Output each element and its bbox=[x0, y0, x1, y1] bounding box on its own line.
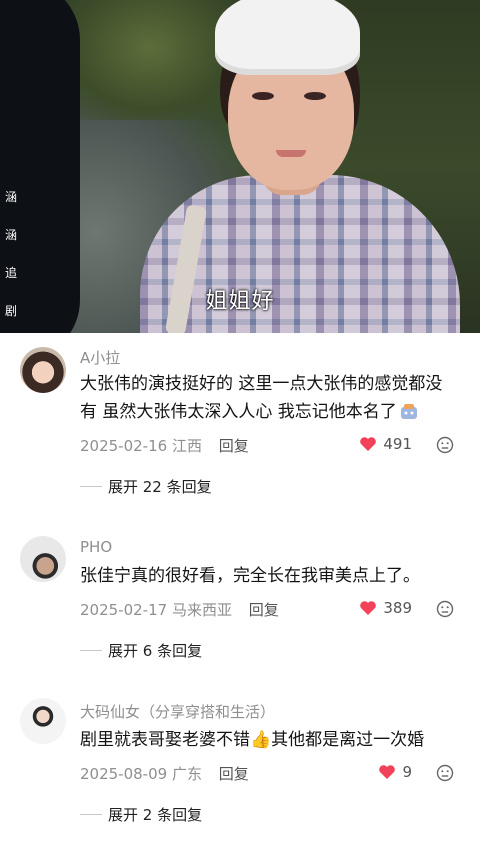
comment-text-line: 张佳宁真的很好看，完全长在我审美点上了。 bbox=[80, 566, 420, 586]
comment-username[interactable]: 大码仙女（分享穿搭和生活） bbox=[80, 701, 275, 722]
comment-username[interactable]: A小拉 bbox=[80, 347, 120, 368]
watermark-char: 涵 bbox=[4, 190, 17, 204]
expand-replies-label: 展开 2 条回复 bbox=[108, 806, 203, 824]
dislike-icon[interactable] bbox=[436, 764, 454, 782]
comment-text-line: 剧里就表哥娶老婆不错👍其他都是离过一次婚 bbox=[80, 730, 425, 750]
reply-button[interactable]: 回复 bbox=[219, 437, 249, 455]
heart-icon bbox=[379, 765, 396, 779]
expand-replies-label: 展开 22 条回复 bbox=[108, 478, 212, 496]
avatar[interactable] bbox=[20, 347, 66, 393]
comment-location: 广东 bbox=[171, 765, 202, 783]
like-count: 491 bbox=[383, 435, 412, 453]
divider-line bbox=[80, 814, 102, 815]
reply-button[interactable]: 回复 bbox=[219, 765, 249, 783]
comment-text: 剧里就表哥娶老婆不错👍其他都是离过一次婚 bbox=[80, 726, 460, 754]
avatar[interactable] bbox=[20, 536, 66, 582]
comment-text-line: 大张伟的演技挺好的 这里一点大张伟的感觉都没 bbox=[80, 374, 443, 394]
comment-text-line: 有 虽然大张伟太深入人心 我忘记他本名了 bbox=[80, 398, 460, 426]
video-person-eye-right bbox=[304, 92, 326, 100]
avatar[interactable] bbox=[20, 698, 66, 744]
like-count: 389 bbox=[383, 599, 412, 617]
divider-line bbox=[80, 650, 102, 651]
comment-username[interactable]: PHO bbox=[80, 538, 112, 556]
heart-icon bbox=[360, 601, 377, 615]
video-background-trees bbox=[60, 0, 240, 120]
video-person-mouth bbox=[276, 150, 306, 157]
emoji-sticker-icon bbox=[400, 404, 417, 419]
video-subtitle: 姐姐好 bbox=[205, 289, 275, 314]
dislike-icon[interactable] bbox=[436, 600, 454, 618]
comment-meta: 2025-02-16 江西 回复 bbox=[80, 435, 249, 456]
comment-text: 张佳宁真的很好看，完全长在我审美点上了。 bbox=[80, 562, 460, 590]
comment-date: 2025-02-16 bbox=[80, 437, 168, 455]
comment-meta: 2025-02-17 马来西亚 回复 bbox=[80, 599, 279, 620]
comment-meta: 2025-08-09 广东 回复 bbox=[80, 763, 249, 784]
like-count: 9 bbox=[402, 763, 412, 781]
comment-location: 马来西亚 bbox=[171, 601, 232, 619]
comment-text: 大张伟的演技挺好的 这里一点大张伟的感觉都没 有 虽然大张伟太深入人心 我忘记他… bbox=[80, 370, 460, 426]
expand-replies-button[interactable]: 展开 6 条回复 bbox=[80, 640, 202, 661]
comment-location: 江西 bbox=[171, 437, 202, 455]
like-button[interactable]: 389 bbox=[359, 599, 412, 617]
expand-replies-button[interactable]: 展开 2 条回复 bbox=[80, 804, 202, 825]
like-button[interactable]: 9 bbox=[378, 763, 412, 781]
expand-replies-button[interactable]: 展开 22 条回复 bbox=[80, 476, 212, 497]
watermark-char: 涵 bbox=[4, 228, 17, 242]
reply-button[interactable]: 回复 bbox=[249, 601, 279, 619]
video-person-eye-left bbox=[252, 92, 274, 100]
heart-icon bbox=[360, 437, 377, 451]
divider-line bbox=[80, 486, 102, 487]
like-button[interactable]: 491 bbox=[359, 435, 412, 453]
expand-replies-label: 展开 6 条回复 bbox=[108, 642, 203, 660]
video-player[interactable]: 涵 涵 追 剧 姐姐好 bbox=[0, 0, 480, 333]
video-person-cap bbox=[215, 0, 360, 75]
comment-text-segment: 有 虽然大张伟太深入人心 我忘记他本名了 bbox=[80, 402, 397, 422]
comment-date: 2025-02-17 bbox=[80, 601, 168, 619]
watermark-char: 追 bbox=[4, 266, 17, 280]
comment-date: 2025-08-09 bbox=[80, 765, 168, 783]
dislike-icon[interactable] bbox=[436, 436, 454, 454]
